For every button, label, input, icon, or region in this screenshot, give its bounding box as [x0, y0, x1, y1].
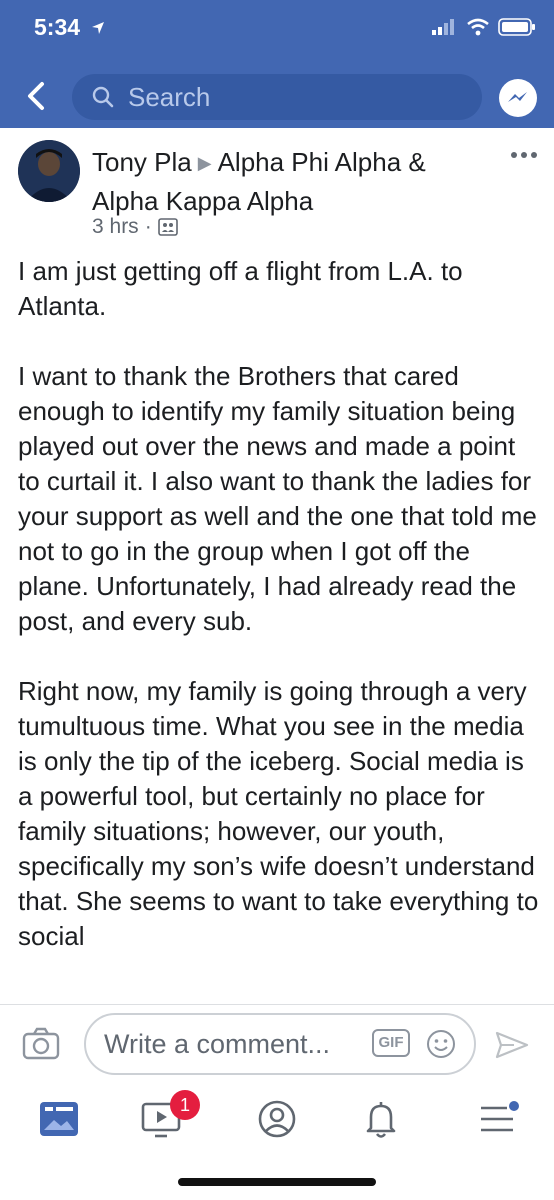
news-feed-icon[interactable] [34, 1094, 84, 1144]
location-arrow-icon [92, 22, 105, 34]
post-body: I am just getting off a flight from L.A.… [18, 254, 543, 1002]
post-paragraph: Right now, my family is going through a … [18, 676, 539, 951]
avatar-photo [18, 140, 80, 202]
battery-icon [498, 18, 535, 36]
home-indicator[interactable] [178, 1178, 376, 1186]
comment-input[interactable] [102, 1027, 366, 1061]
comment-bar-divider [0, 1004, 554, 1005]
watch-notification-badge: 1 [170, 1090, 200, 1120]
group-name-line-1: Alpha Phi Alpha & [217, 147, 426, 177]
author-name-link[interactable]: Tony Pla [92, 147, 192, 177]
menu-hamburger-icon[interactable] [472, 1094, 522, 1144]
post-timestamp[interactable]: 3 hrs [92, 215, 139, 239]
emoji-icon[interactable] [426, 1029, 456, 1059]
meta-separator: · [144, 215, 152, 238]
comment-composer[interactable]: GIF [84, 1013, 476, 1075]
post-paragraph: I want to thank the Brothers that cared … [18, 361, 537, 636]
more-options-icon[interactable] [510, 148, 538, 162]
status-bar-indicators [432, 18, 536, 36]
status-bar-time: 5:34 [34, 14, 106, 41]
post-author-line: Tony Pla ▶ Alpha Phi Alpha & Alpha Kappa Al… [92, 144, 492, 219]
search-input[interactable] [126, 80, 450, 114]
group-name-line-2: Alpha Kappa Alpha [92, 186, 314, 216]
wifi-icon [467, 18, 489, 36]
bottom-tab-bar [0, 1084, 554, 1164]
signal-icon [432, 19, 454, 35]
gif-button[interactable]: GIF [372, 1029, 410, 1057]
status-time-text: 5:34 [34, 14, 81, 40]
back-arrow-icon[interactable] [20, 78, 56, 114]
post-paragraph: I am just getting off a flight from L.A.… [18, 256, 463, 321]
profile-icon[interactable] [252, 1094, 302, 1144]
shared-to-arrow-icon: ▶ [197, 153, 212, 173]
group-audience-icon [157, 218, 178, 236]
post-meta: 3 hrs · [92, 215, 178, 239]
camera-icon[interactable] [22, 1027, 60, 1061]
author-avatar[interactable] [18, 140, 80, 202]
search-bar[interactable] [72, 74, 482, 120]
notifications-bell-icon[interactable] [356, 1094, 406, 1144]
top-nav-bar: 5:34 [0, 0, 554, 128]
send-icon[interactable] [494, 1030, 530, 1060]
messenger-icon[interactable] [496, 76, 540, 120]
search-icon [92, 86, 114, 108]
